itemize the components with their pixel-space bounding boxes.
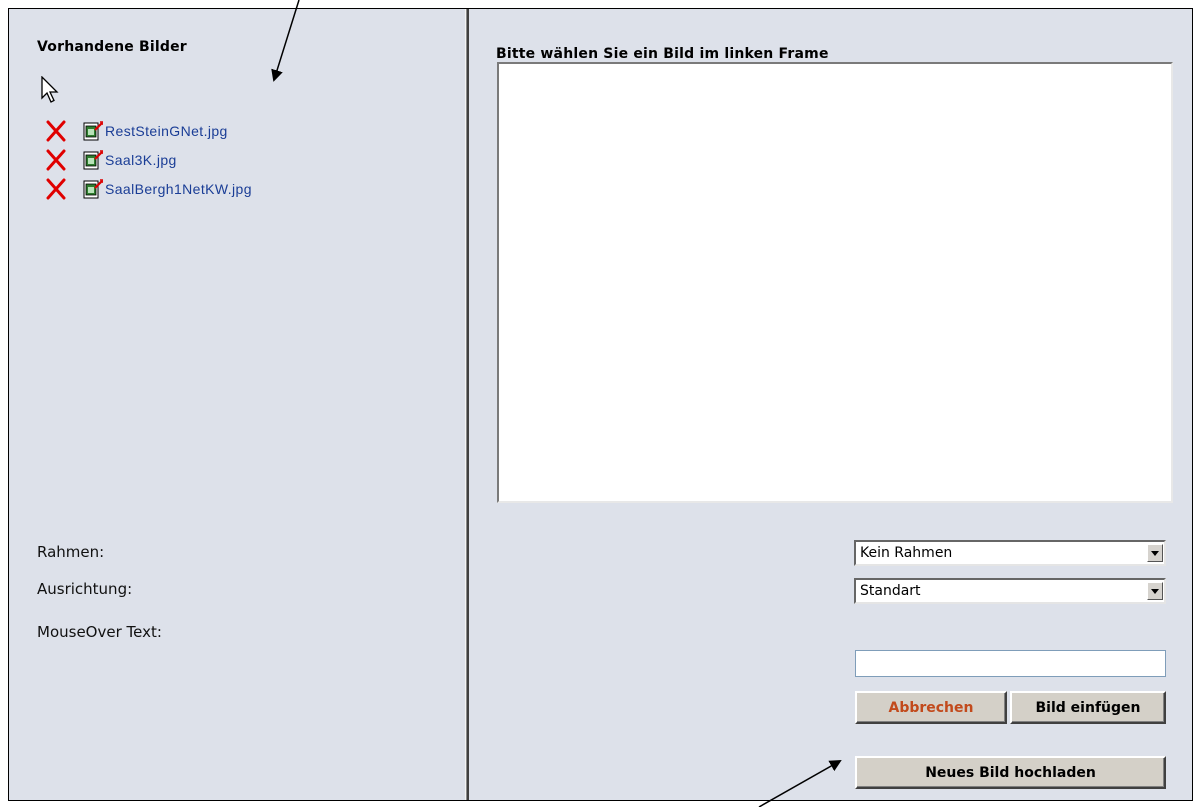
image-file-list: RestSteinGNet.jpg Saal3K.jpg SaalBergh1Net…	[45, 116, 252, 203]
chevron-down-icon[interactable]	[1147, 544, 1163, 562]
edit-image-icon[interactable]	[83, 149, 103, 170]
select-image-instruction: Bitte wählen Sie ein Bild im linken Fram…	[496, 46, 829, 62]
edit-image-icon[interactable]	[83, 178, 103, 199]
upload-new-image-button[interactable]: Neues Bild hochladen	[855, 756, 1166, 789]
delete-icon[interactable]	[45, 149, 67, 171]
cancel-button[interactable]: Abbrechen	[855, 691, 1007, 724]
mouseover-text-label: MouseOver Text:	[37, 623, 162, 641]
alignment-select[interactable]: Standart	[854, 578, 1166, 604]
list-item: RestSteinGNet.jpg	[45, 116, 252, 145]
border-select[interactable]: Kein Rahmen	[854, 540, 1166, 566]
border-label: Rahmen:	[37, 543, 105, 561]
chevron-down-icon[interactable]	[1147, 582, 1163, 600]
cursor-arrow-icon	[41, 76, 59, 103]
file-link[interactable]: SaalBergh1NetKW.jpg	[105, 181, 252, 197]
editor-window: Vorhandene Bilder RestSteinGNet.jpg Saal3…	[8, 8, 1193, 801]
existing-images-title: Vorhandene Bilder	[37, 39, 187, 55]
insert-image-button[interactable]: Bild einfügen	[1010, 691, 1166, 724]
alignment-label: Ausrichtung:	[37, 580, 133, 598]
file-link[interactable]: Saal3K.jpg	[105, 152, 177, 168]
delete-icon[interactable]	[45, 120, 67, 142]
image-preview-area	[497, 62, 1173, 503]
edit-image-icon[interactable]	[83, 120, 103, 141]
alignment-select-value: Standart	[860, 583, 921, 599]
border-select-value: Kein Rahmen	[860, 545, 953, 561]
list-item: Saal3K.jpg	[45, 145, 252, 174]
file-link[interactable]: RestSteinGNet.jpg	[105, 123, 228, 139]
list-item: SaalBergh1NetKW.jpg	[45, 174, 252, 203]
delete-icon[interactable]	[45, 178, 67, 200]
left-frame: Vorhandene Bilder RestSteinGNet.jpg Saal3…	[9, 9, 465, 800]
right-frame: Bitte wählen Sie ein Bild im linken Fram…	[469, 9, 1192, 800]
mouseover-text-input[interactable]	[855, 650, 1166, 677]
